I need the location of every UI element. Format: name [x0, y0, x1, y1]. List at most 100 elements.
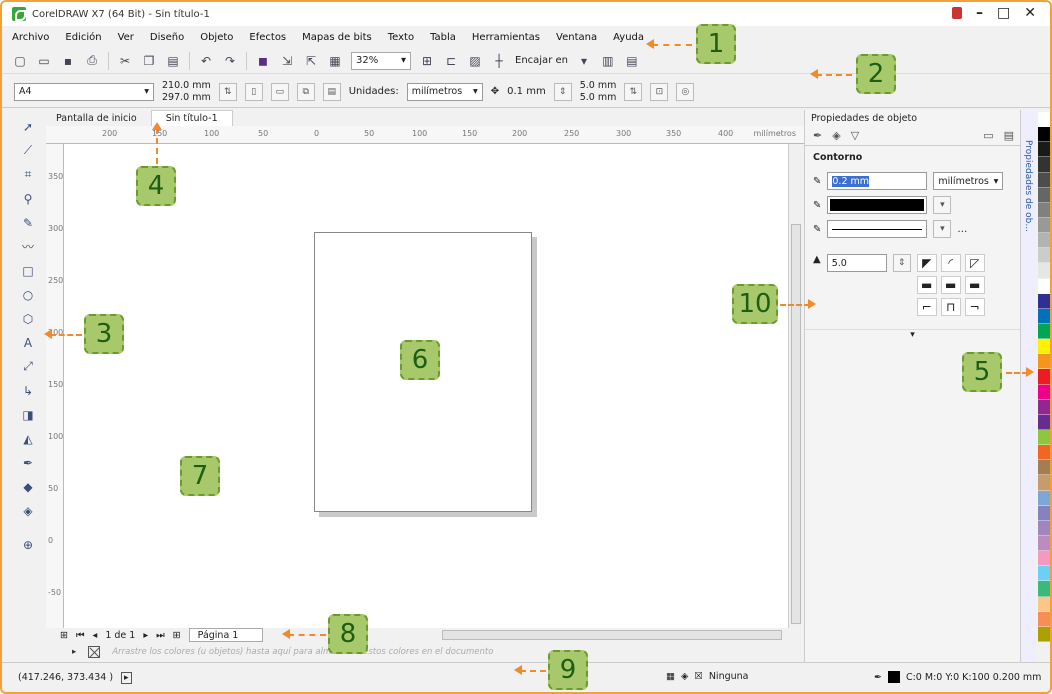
menu-diseno[interactable]: Diseño: [150, 32, 184, 43]
account-icon[interactable]: [952, 7, 963, 19]
color-swatch[interactable]: [1038, 429, 1050, 446]
menu-ayuda[interactable]: Ayuda: [613, 32, 644, 43]
more-options-icon[interactable]: …: [957, 224, 967, 235]
artistic-media-icon[interactable]: 〰: [19, 238, 37, 255]
connector-tool-icon[interactable]: ↳: [19, 382, 37, 399]
menu-ventana[interactable]: Ventana: [556, 32, 597, 43]
color-swatch[interactable]: [1038, 339, 1050, 355]
prev-page-icon[interactable]: ◂: [93, 630, 98, 641]
search-content-icon[interactable]: ◼: [255, 53, 271, 69]
outside-position-icon[interactable]: ⌐: [916, 298, 937, 316]
interactive-fill-icon[interactable]: ◆: [19, 478, 37, 495]
docker-side-tab[interactable]: Propiedades de ob...: [1020, 110, 1036, 662]
print-icon[interactable]: ⎙: [84, 53, 100, 69]
butt-cap-icon[interactable]: ▬: [916, 276, 937, 294]
menu-ver[interactable]: Ver: [118, 32, 134, 43]
chevron-down-icon[interactable]: ▾: [933, 220, 952, 238]
treat-as-filled-icon[interactable]: ⊡: [650, 82, 669, 101]
menu-efectos[interactable]: Efectos: [249, 32, 286, 43]
miter-limit-input[interactable]: 5.0: [826, 254, 887, 272]
minimize-button[interactable]: –: [976, 5, 983, 21]
application-launcher-icon[interactable]: ▤: [624, 53, 640, 69]
rectangle-tool-icon[interactable]: □: [19, 262, 37, 279]
polygon-tool-icon[interactable]: ⬡: [19, 310, 37, 327]
color-swatch[interactable]: [1038, 414, 1050, 430]
portrait-icon[interactable]: ▯: [244, 82, 263, 101]
color-swatch[interactable]: [1038, 217, 1050, 234]
menu-tabla[interactable]: Tabla: [430, 32, 456, 43]
color-swatch[interactable]: [1038, 535, 1050, 552]
frame-icon[interactable]: ▭: [983, 129, 993, 142]
lock-ratio-icon[interactable]: ⇅: [218, 82, 237, 101]
line-style-select[interactable]: [827, 220, 928, 238]
chevron-down-icon[interactable]: ▾: [933, 196, 952, 214]
cut-icon[interactable]: ✂: [117, 53, 133, 69]
color-swatch[interactable]: [1038, 172, 1050, 188]
color-swatch[interactable]: [1038, 248, 1050, 264]
horizontal-scrollbar[interactable]: [442, 630, 782, 640]
new-document-icon[interactable]: ▢: [12, 53, 28, 69]
open-icon[interactable]: ▭: [36, 53, 52, 69]
undo-icon[interactable]: ↶: [198, 53, 214, 69]
close-button[interactable]: ✕: [1024, 5, 1036, 21]
paste-icon[interactable]: ▤: [165, 53, 181, 69]
color-swatch[interactable]: [1038, 551, 1050, 567]
quick-customize-icon[interactable]: ◎: [676, 82, 695, 101]
page-dimensions[interactable]: 210.0 mm 297.0 mm: [162, 80, 211, 104]
full-screen-icon[interactable]: ⊞: [419, 53, 435, 69]
next-page-icon[interactable]: ▸: [143, 630, 148, 641]
color-swatch[interactable]: [1038, 596, 1050, 612]
maximize-button[interactable]: □: [997, 5, 1010, 21]
color-swatch[interactable]: [1038, 626, 1050, 642]
duplicate-x-value[interactable]: 5.0 mm: [580, 80, 617, 92]
copy-icon[interactable]: ❐: [141, 53, 157, 69]
duplicate-y-value[interactable]: 5.0 mm: [580, 92, 617, 104]
options-icon[interactable]: ▥: [600, 53, 616, 69]
show-guidelines-icon[interactable]: ┼: [491, 53, 507, 69]
current-page-icon[interactable]: ▤: [322, 82, 341, 101]
palette-arrow-icon[interactable]: ▸: [72, 647, 76, 657]
centered-position-icon[interactable]: ⊓: [940, 298, 961, 316]
bevel-corner-icon[interactable]: ◸: [964, 254, 985, 272]
zoom-tool-icon[interactable]: ⚲: [19, 190, 37, 207]
miter-corner-icon[interactable]: ◤: [916, 254, 937, 272]
color-swatch[interactable]: [1038, 520, 1050, 536]
shape-tool-icon[interactable]: ⟋: [19, 142, 37, 159]
menu-objeto[interactable]: Objeto: [200, 32, 233, 43]
color-swatch[interactable]: [1038, 566, 1050, 582]
first-page-icon[interactable]: ⏮: [76, 630, 85, 641]
add-page-end-icon[interactable]: ⊞: [173, 630, 181, 641]
color-swatch[interactable]: [1038, 399, 1050, 415]
color-swatch[interactable]: [1038, 581, 1050, 597]
outline-tab-icon[interactable]: ✒: [813, 129, 822, 142]
page-tab[interactable]: Página 1: [188, 628, 264, 642]
chevron-down-icon[interactable]: ▾: [576, 53, 592, 69]
options-icon[interactable]: ▤: [1004, 129, 1014, 142]
color-swatch[interactable]: [1038, 293, 1050, 309]
duplicate-stepper[interactable]: ⇅: [624, 82, 643, 101]
last-page-icon[interactable]: ⏭: [156, 630, 165, 641]
nudge-stepper[interactable]: ⇕: [553, 82, 572, 101]
vertical-scrollbar[interactable]: [788, 144, 802, 628]
menu-mapas-de-bits[interactable]: Mapas de bits: [302, 32, 372, 43]
show-grid-icon[interactable]: ▨: [467, 53, 483, 69]
nudge-distance-value[interactable]: 0.1 mm: [507, 86, 546, 97]
miter-stepper[interactable]: ⇕: [892, 254, 911, 272]
outline-status[interactable]: ✒ C:0 M:0 Y:0 K:100 0.200 mm: [874, 671, 1041, 683]
color-swatch[interactable]: [1038, 142, 1050, 158]
color-swatch[interactable]: [1038, 323, 1050, 340]
fill-tab-icon[interactable]: ◈: [832, 129, 840, 142]
add-page-icon[interactable]: ⊞: [60, 630, 68, 641]
landscape-icon[interactable]: ▭: [270, 82, 289, 101]
menu-archivo[interactable]: Archivo: [12, 32, 49, 43]
menu-texto[interactable]: Texto: [388, 32, 414, 43]
publish-pdf-icon[interactable]: ▦: [327, 53, 343, 69]
color-swatch[interactable]: [1038, 384, 1050, 400]
color-swatch[interactable]: [1038, 127, 1050, 143]
square-cap-icon[interactable]: ▬: [964, 276, 985, 294]
round-corner-icon[interactable]: ◜: [940, 254, 961, 272]
color-swatch[interactable]: [1038, 202, 1050, 218]
export-icon[interactable]: ⇱: [303, 53, 319, 69]
drop-shadow-icon[interactable]: ◨: [19, 406, 37, 423]
crop-tool-icon[interactable]: ⌗: [19, 166, 37, 183]
